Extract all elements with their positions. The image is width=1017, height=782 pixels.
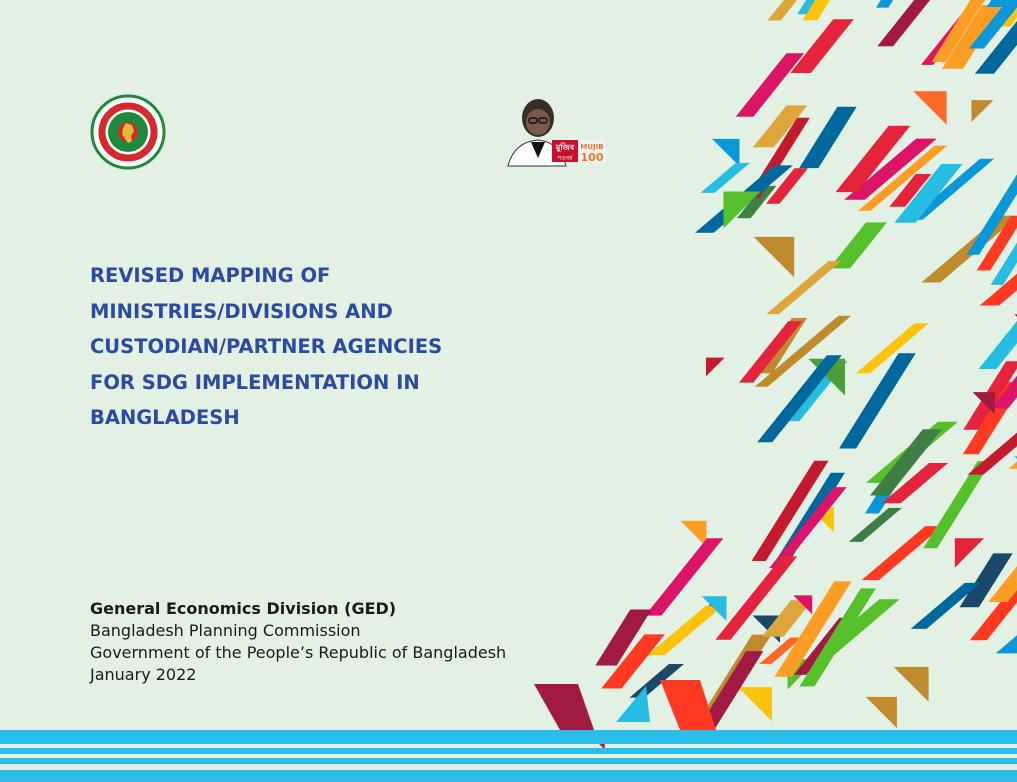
sdg-triangle-shape bbox=[954, 538, 985, 568]
mujib-100-logo-icon: মুজিব শতবর্ষ MUJIB 100 bbox=[507, 99, 606, 167]
bottom-stripe bbox=[0, 730, 1017, 744]
publisher-government: Government of the People’s Republic of B… bbox=[90, 643, 507, 662]
sdg-triangle-shape bbox=[753, 236, 795, 278]
title-line: FOR SDG IMPLEMENTATION IN bbox=[90, 370, 420, 394]
bottom-stripe bbox=[0, 748, 1017, 754]
publisher-commission: Bangladesh Planning Commission bbox=[90, 621, 361, 640]
sdg-stripe-shape bbox=[700, 162, 750, 193]
bottom-stripe bbox=[0, 770, 1017, 782]
sdg-triangle-shape bbox=[865, 696, 897, 729]
sdg-triangle-shape bbox=[737, 687, 772, 722]
title-line: BANGLADESH bbox=[90, 406, 240, 429]
mujib-number: 100 bbox=[581, 151, 604, 164]
title-line: MINISTRIES/DIVISIONS AND bbox=[90, 299, 393, 323]
sdg-triangle-shape bbox=[712, 138, 740, 167]
mujib-bn-subtext: শতবর্ষ bbox=[557, 155, 574, 162]
sdg-triangle-shape bbox=[913, 91, 947, 125]
title-line: REVISED MAPPING OF bbox=[90, 264, 331, 287]
mujib-bn-text: মুজিব bbox=[555, 142, 575, 153]
sdg-stripe-shape bbox=[839, 353, 916, 449]
sdg-stripe-shape bbox=[799, 106, 857, 169]
sdg-triangle-shape bbox=[680, 520, 707, 547]
bottom-stripe bbox=[0, 758, 1017, 764]
sdg-stripe-shape bbox=[790, 19, 854, 73]
sdg-triangle-shape bbox=[616, 686, 650, 722]
sdg-stripe-shape bbox=[861, 526, 943, 581]
sdg-stripe-shape bbox=[978, 321, 1017, 369]
publication-date: January 2022 bbox=[90, 665, 197, 684]
mujib-label: MUJIB bbox=[580, 143, 603, 151]
sdg-triangle-shape bbox=[971, 100, 994, 122]
report-cover: মুজিব শতবর্ষ MUJIB 100 REVISED MAPPING O… bbox=[0, 0, 1017, 782]
report-title: REVISED MAPPING OF MINISTRIES/DIVISIONS … bbox=[90, 258, 550, 436]
sdg-stripe-shape bbox=[766, 261, 842, 315]
sdg-triangle-shape bbox=[705, 357, 725, 377]
government-seal-icon bbox=[90, 94, 166, 170]
sdg-triangle-shape bbox=[893, 666, 929, 702]
sdg-stripe-shape bbox=[660, 680, 716, 730]
publisher-organization: General Economics Division (GED) bbox=[90, 599, 397, 618]
title-line: CUSTODIAN/PARTNER AGENCIES bbox=[90, 335, 443, 358]
sdg-triangle-shape bbox=[534, 684, 594, 730]
publisher-block: General Economics Division (GED) Banglad… bbox=[90, 598, 506, 686]
